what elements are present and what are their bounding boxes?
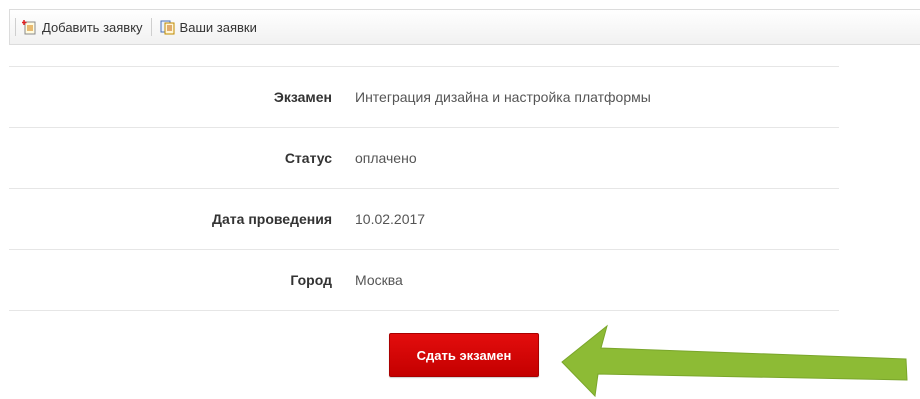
detail-label: Дата проведения (212, 211, 332, 227)
detail-value: Москва (355, 272, 403, 288)
detail-row-exam: Экзамен Интеграция дизайна и настройка п… (9, 67, 839, 128)
arrow-left-icon (560, 322, 912, 399)
toolbar: Добавить заявку Ваши заявки (9, 9, 920, 45)
detail-row-status: Статус оплачено (9, 128, 839, 189)
detail-row-date: Дата проведения 10.02.2017 (9, 189, 839, 250)
detail-label: Статус (284, 150, 332, 166)
toolbar-separator (150, 18, 152, 36)
detail-value: Интеграция дизайна и настройка платформы (355, 89, 651, 105)
add-document-icon (22, 19, 42, 35)
exam-details: Экзамен Интеграция дизайна и настройка п… (9, 66, 839, 311)
add-request-link[interactable]: Добавить заявку (22, 19, 143, 35)
detail-value: оплачено (355, 150, 417, 166)
detail-row-city: Город Москва (9, 250, 839, 311)
detail-value: 10.02.2017 (355, 211, 426, 227)
your-requests-label: Ваши заявки (179, 19, 257, 35)
toolbar-divider (15, 18, 16, 36)
take-exam-button[interactable]: Сдать экзамен (389, 333, 539, 377)
document-list-icon (160, 19, 180, 35)
your-requests-link[interactable]: Ваши заявки (160, 19, 257, 35)
add-request-label: Добавить заявку (42, 19, 143, 35)
detail-label: Город (290, 272, 332, 288)
exam-request-page: Добавить заявку Ваши заявки Экзамен Инте… (0, 0, 920, 399)
detail-label: Экзамен (273, 89, 332, 105)
